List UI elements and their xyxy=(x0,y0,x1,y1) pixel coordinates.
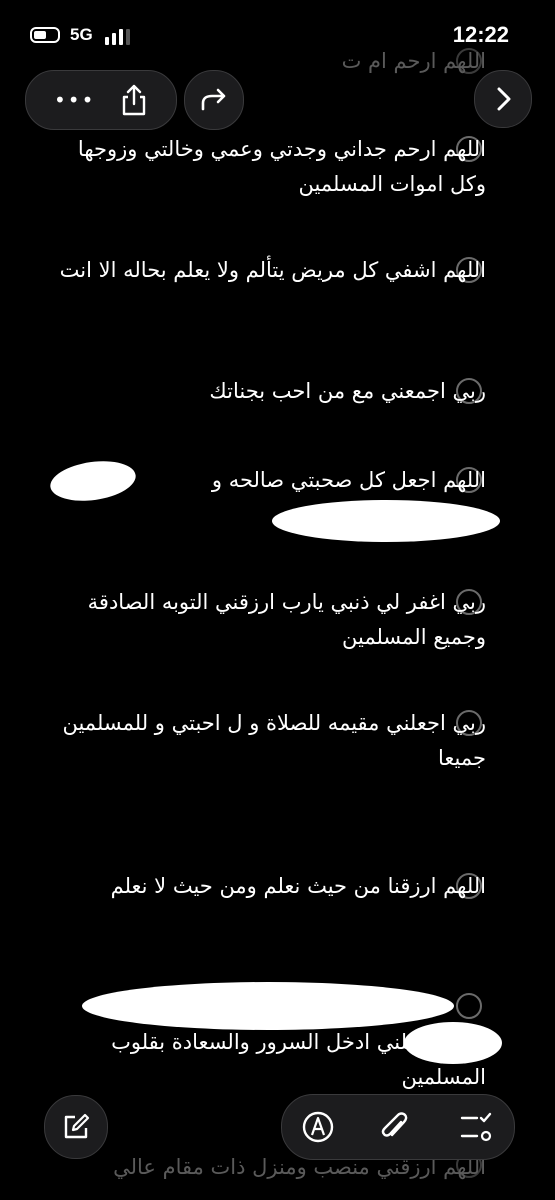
note-tools-pill xyxy=(281,1094,515,1160)
redaction-mark xyxy=(82,982,454,1030)
chevron-right-icon xyxy=(497,87,511,111)
compose-icon xyxy=(64,1113,90,1139)
checklist-icon[interactable] xyxy=(458,1109,494,1145)
checklist: اللهم ارحم ام ت اللهم ارحم جداني وجدتي و… xyxy=(0,0,555,1200)
paperclip-icon[interactable] xyxy=(376,1109,412,1145)
forward-arrow-icon xyxy=(201,88,226,111)
top-actions-pill: ••• xyxy=(25,70,177,130)
list-item-text[interactable]: اللهم ارحم جداني وجدتي وعمي وخالتي وزوجه… xyxy=(40,132,486,202)
share-icon[interactable] xyxy=(118,83,150,117)
list-item-text[interactable]: ربي اجعلني مقيمه للصلاة و ل احبتي و للمس… xyxy=(40,706,486,776)
redaction-mark xyxy=(272,500,500,542)
forward-button[interactable] xyxy=(184,70,244,130)
markup-pen-icon[interactable] xyxy=(300,1109,336,1145)
list-item-text[interactable]: ربي اغفر لي ذنبي يارب ارزقني التوبه الصا… xyxy=(40,585,486,655)
list-item-text[interactable]: اللهم ارزقنا من حيث نعلم ومن حيث لا نعلم xyxy=(40,869,486,904)
checkbox[interactable] xyxy=(456,993,482,1019)
compose-button[interactable] xyxy=(44,1095,108,1159)
redaction-mark xyxy=(404,1022,502,1064)
list-item-text[interactable]: اللهم اشفي كل مريض يتألم ولا يعلم بحاله … xyxy=(40,253,486,288)
next-button[interactable] xyxy=(474,70,532,128)
list-item-text[interactable]: ربي اجمعني مع من احب بجناتك xyxy=(40,374,486,409)
more-icon[interactable]: ••• xyxy=(54,90,95,110)
